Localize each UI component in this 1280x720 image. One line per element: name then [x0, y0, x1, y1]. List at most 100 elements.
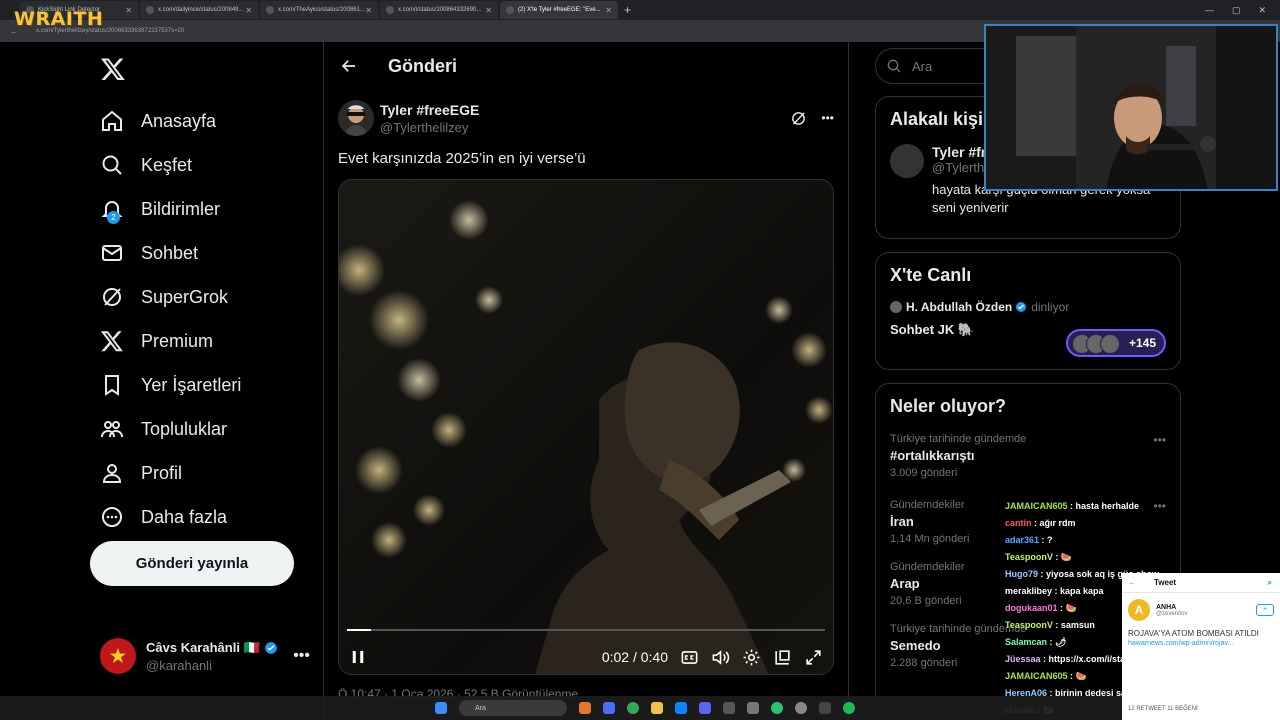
more-options-icon[interactable]: ••• [1153, 433, 1166, 447]
search-icon[interactable]: ⌕ [1268, 578, 1272, 588]
left-sidebar: Anasayfa Keşfet 2 Bildirimler Sohbet Sup… [88, 50, 318, 674]
close-window-icon[interactable]: ✕ [1258, 5, 1266, 16]
main-nav: Anasayfa Keşfet 2 Bildirimler Sohbet Sup… [88, 99, 318, 539]
avatar[interactable] [338, 100, 374, 136]
nav-item-more[interactable]: Daha fazla [88, 495, 318, 539]
post-author-handle[interactable]: @Tylerthelilzey [380, 120, 479, 135]
nav-label: Bildirimler [141, 198, 221, 219]
nav-item-profile[interactable]: Profil [88, 451, 318, 495]
app-icon[interactable] [675, 702, 687, 714]
fullscreen-icon[interactable] [804, 648, 823, 667]
taskbar-search[interactable]: Ara [459, 700, 567, 716]
card-title: Neler oluyor? [890, 396, 1007, 416]
chat-text: 🍉 [1075, 671, 1087, 681]
chrome-icon[interactable] [627, 702, 639, 714]
browser-tab[interactable]: x.com/dailyince/status/200849... ✕ [140, 1, 258, 19]
video-progress-bar[interactable] [347, 629, 825, 631]
maximize-icon[interactable]: ▢ [1232, 5, 1241, 16]
tab-close-icon[interactable]: ✕ [605, 6, 612, 15]
chat-text: 🍉 [1060, 552, 1073, 562]
nav-item-notifications[interactable]: 2 Bildirimler [88, 187, 318, 231]
trend-topic: #ortalıkkarıştı [890, 448, 975, 463]
chat-username: cantin [1005, 518, 1032, 528]
start-menu-icon[interactable] [435, 702, 447, 714]
more-options-icon[interactable]: ••• [821, 111, 834, 125]
volume-icon[interactable] [711, 648, 730, 667]
embedded-tweet-window: ← Tweet ⌕ A ANHA @zevenitov + ROJAVA'YA … [1122, 573, 1280, 720]
nav-item-communities[interactable]: Topluluklar [88, 407, 318, 451]
nav-label: Daha fazla [141, 506, 228, 527]
tab-favicon-icon [266, 6, 274, 14]
app-icon[interactable] [795, 702, 807, 714]
minimize-icon[interactable]: — [1205, 5, 1214, 16]
picture-in-picture-icon[interactable] [773, 648, 792, 667]
browser-tab-bar: KickSight Link Detector ✕ x.com/dailyince… [0, 0, 1280, 20]
mail-icon [102, 245, 122, 261]
live-host-name[interactable]: H. Abdullah Özden [906, 300, 1012, 314]
app-icon[interactable] [723, 702, 735, 714]
home-icon [102, 110, 122, 131]
os-taskbar: Ara [0, 696, 1122, 720]
captions-icon[interactable] [680, 648, 699, 667]
app-icon[interactable] [579, 702, 591, 714]
chat-username: Hugo79 [1005, 569, 1039, 579]
discord-icon[interactable] [699, 702, 711, 714]
back-arrow-icon[interactable]: ← [1128, 578, 1136, 587]
nav-label: Topluluklar [141, 418, 228, 439]
embedded-tweet-header: Tweet [1154, 578, 1177, 587]
account-switcher[interactable]: ★ Câvs Karahânli 🇮🇹 @karahanli ••• [100, 638, 310, 674]
post-author-name[interactable]: Tyler #freeEGE [380, 102, 479, 118]
x-icon [100, 331, 123, 352]
app-icon[interactable] [819, 702, 831, 714]
x-logo-icon[interactable] [100, 56, 126, 82]
main-column: Gönderi Tyler #freeEGE @Tylerthelilzey •… [323, 42, 849, 720]
embedded-tweet-link[interactable]: hawarnews.com/wp-admin/rojav... [1122, 638, 1280, 647]
tab-label: (2) X'te Tyler #freeEGE: "Eve... [518, 7, 601, 13]
nav-item-home[interactable]: Anasayfa [88, 99, 318, 143]
chat-username: Salamcan [1005, 637, 1048, 647]
back-arrow-icon[interactable] [340, 57, 358, 75]
nav-item-messages[interactable]: Sohbet [88, 231, 318, 275]
trend-item[interactable]: Türkiye tarihinde gündemde #ortalıkkarış… [876, 417, 1180, 479]
post-button[interactable]: Gönderi yayınla [90, 541, 294, 586]
tab-favicon-icon [506, 6, 514, 14]
video-player[interactable]: 0:02 / 0:40 [338, 179, 834, 675]
video-frame [339, 180, 833, 674]
nav-item-premium[interactable]: Premium [88, 319, 318, 363]
live-on-x-card: X'te Canlı H. Abdullah Özden dinliyor So… [875, 252, 1181, 370]
spotify-icon[interactable] [843, 702, 855, 714]
more-options-icon[interactable]: ••• [293, 647, 310, 665]
chat-text: hasta herhalde [1075, 501, 1140, 511]
chat-username: dogukaan01 [1005, 603, 1058, 613]
tab-close-icon[interactable]: ✕ [365, 6, 372, 15]
tab-label: x.com/dailyince/status/200849... [158, 7, 244, 13]
chat-message: JAMAICAN605 : hasta herhalde [1005, 501, 1140, 511]
app-icon[interactable] [603, 702, 615, 714]
grok-icon[interactable] [790, 110, 807, 127]
tab-close-icon[interactable]: ✕ [245, 6, 252, 15]
app-icon[interactable] [747, 702, 759, 714]
folder-icon[interactable] [651, 702, 663, 714]
space-listeners-pill[interactable]: +145 [1066, 329, 1166, 357]
bookmark-icon [105, 375, 119, 396]
chat-message: TeaspoonV : 🍉 [1005, 552, 1073, 562]
follow-icon[interactable]: + [1256, 604, 1274, 616]
chat-username: adar361 [1005, 535, 1040, 545]
chat-message: adar361 : ? [1005, 535, 1053, 545]
tab-close-icon[interactable]: ✕ [485, 6, 492, 15]
new-tab-icon[interactable]: + [624, 3, 631, 17]
browser-tab[interactable]: x.com/i/status/200864332690... ✕ [380, 1, 498, 19]
pause-icon[interactable] [349, 648, 367, 666]
nav-item-explore[interactable]: Keşfet [88, 143, 318, 187]
video-controls: 0:02 / 0:40 [339, 646, 833, 668]
chat-text: samsun [1060, 620, 1095, 630]
settings-gear-icon[interactable] [742, 648, 761, 667]
avatar[interactable] [890, 144, 924, 178]
nav-item-bookmarks[interactable]: Yer İşaretleri [88, 363, 318, 407]
embedded-tweet-text: ROJAVA'YA ATOM BOMBASI ATILDI [1128, 629, 1259, 638]
tab-close-icon[interactable]: ✕ [125, 6, 132, 15]
app-icon[interactable] [771, 702, 783, 714]
browser-tab-active[interactable]: (2) X'te Tyler #freeEGE: "Eve... ✕ [500, 1, 618, 19]
nav-item-supergrok[interactable]: SuperGrok [88, 275, 318, 319]
browser-tab[interactable]: x.com/TheAyico/status/200861... ✕ [260, 1, 378, 19]
